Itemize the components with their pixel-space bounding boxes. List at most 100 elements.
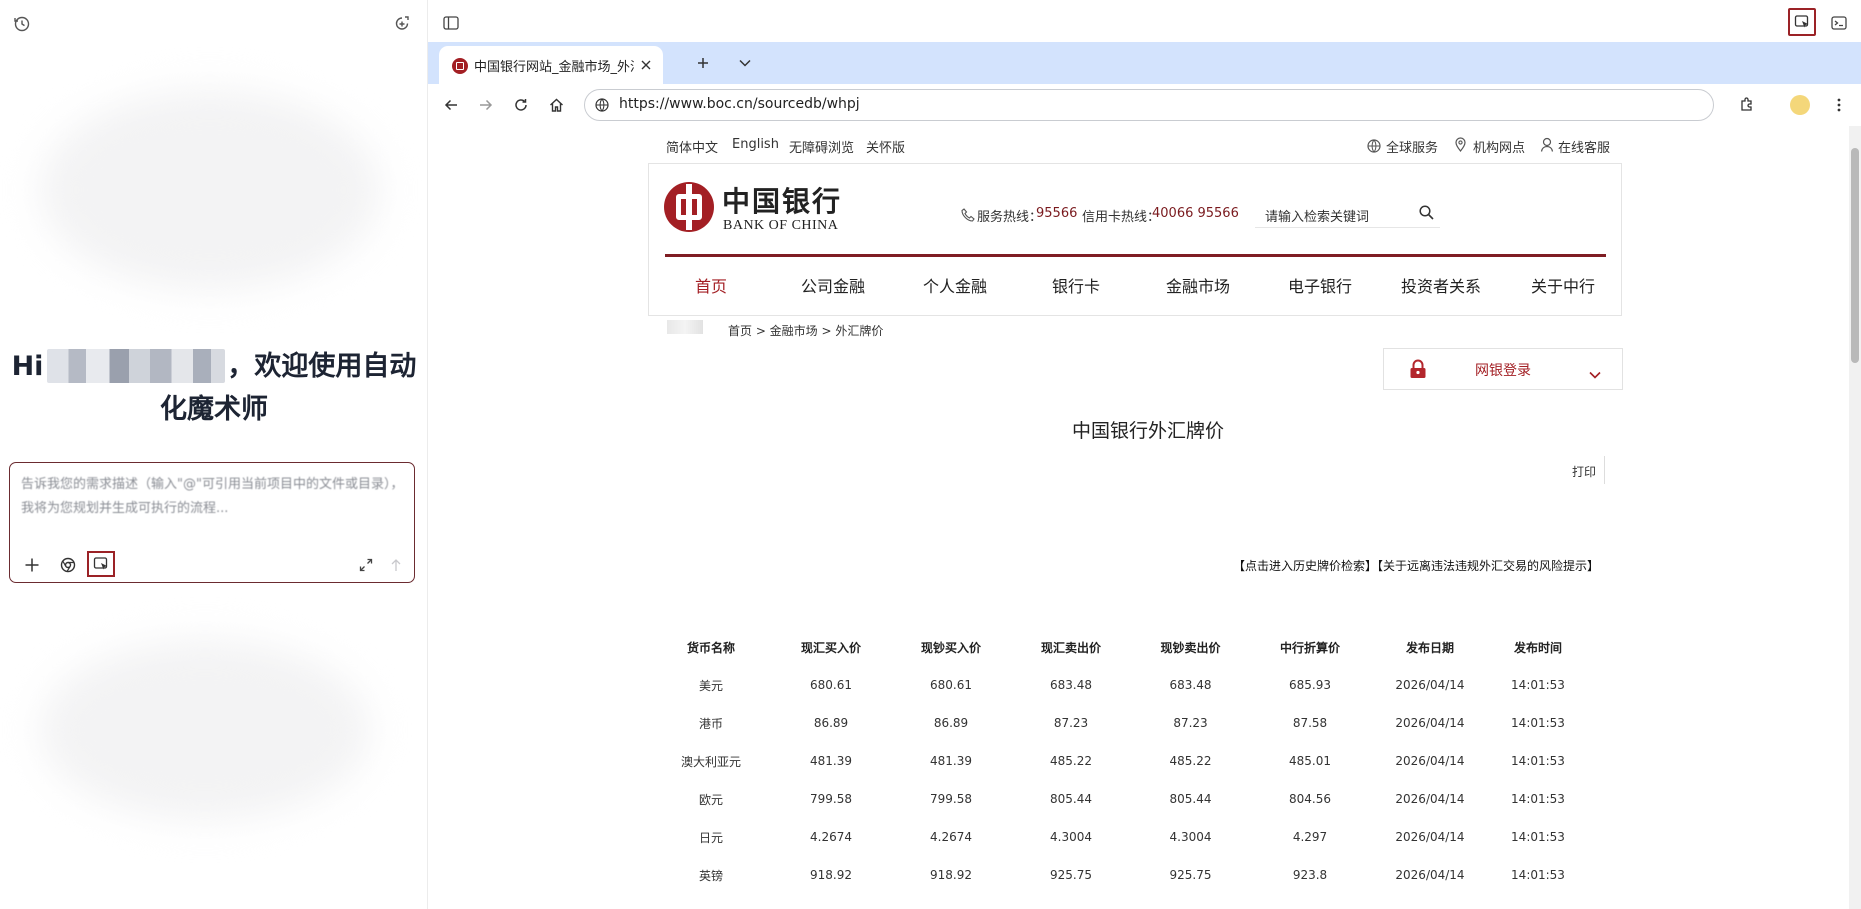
table-cell: 2026/04/14 — [1395, 830, 1465, 844]
menu-kebab-icon[interactable] — [1828, 94, 1850, 116]
table-cell: 925.75 — [1050, 868, 1092, 882]
nav-bank-cards[interactable]: 银行卡 — [1052, 273, 1100, 297]
terminal-icon[interactable] — [1828, 12, 1850, 34]
hotline-number: 95566 — [1036, 206, 1078, 221]
table-cell: 86.89 — [933, 716, 969, 730]
print-divider — [1604, 456, 1605, 484]
table-cell: 14:01:53 — [1511, 678, 1565, 692]
print-link[interactable]: 打印 — [1572, 463, 1596, 480]
sidebar-toggle-icon[interactable] — [440, 12, 462, 34]
boc-logo-icon[interactable] — [664, 182, 714, 232]
profile-avatar[interactable] — [1790, 95, 1810, 115]
lang-link-accessibility[interactable]: 无障碍浏览 — [789, 137, 854, 156]
browser-window: 中国银行网站_金融市场_外汇 https://www.boc.cn/source… — [428, 0, 1861, 909]
column-header: 发布时间 — [1513, 640, 1562, 655]
column-header: 现钞买入价 — [920, 640, 981, 655]
prompt-input-box[interactable]: 告诉我您的需求描述（输入"@"可引用当前项目中的文件或目录），我将为您规划并生成… — [9, 462, 415, 583]
lang-link-care-version[interactable]: 关怀版 — [866, 137, 905, 156]
extensions-icon[interactable] — [1736, 94, 1758, 116]
column-header: 现汇买入价 — [800, 640, 861, 655]
nav-financial-markets[interactable]: 金融市场 — [1166, 273, 1230, 297]
table-cell: 2026/04/14 — [1395, 868, 1465, 882]
table-header-row: 货币名称 现汇买入价 现钞买入价 现汇卖出价 现钞卖出价 中行折算价 发布日期 … — [651, 628, 1586, 666]
assistant-panel: Hi ，欢迎使用自动 化魔术师 告诉我您的需求描述（输入"@"可引用当前项目中的文… — [0, 0, 428, 909]
table-cell: 804.56 — [1289, 792, 1331, 806]
background-blur — [40, 640, 370, 820]
screenshot-select-icon[interactable] — [87, 551, 115, 577]
url-text[interactable]: https://www.boc.cn/sourcedb/whpj — [619, 96, 860, 112]
navigation-toolbar: https://www.boc.cn/sourcedb/whpj — [428, 84, 1861, 126]
table-cell: 680.61 — [810, 678, 852, 692]
card-hotline-number: 40066 95566 — [1152, 206, 1239, 221]
site-search-input[interactable]: 请输入检索关键词 — [1265, 206, 1369, 225]
table-row: 港币 86.89 86.89 87.23 87.23 87.58 2026/04… — [651, 704, 1586, 742]
branch-locator-link[interactable]: 机构网点 — [1473, 137, 1525, 156]
browser-icon[interactable] — [56, 553, 80, 577]
hotline-label: 服务热线： — [977, 210, 1043, 225]
table-cell: 2026/04/14 — [1395, 678, 1465, 692]
lock-icon — [1409, 359, 1427, 383]
close-tab-icon[interactable] — [637, 56, 655, 74]
table-cell: 683.48 — [1050, 678, 1092, 692]
nav-about-boc[interactable]: 关于中行 — [1531, 273, 1595, 297]
lang-link-english[interactable]: English — [732, 137, 779, 152]
expand-icon[interactable] — [354, 553, 378, 577]
online-service-link[interactable]: 在线客服 — [1558, 137, 1610, 156]
history-rates-link[interactable]: 【点击进入历史牌价检索】【关于远离违法违规外汇交易的风险提示】 — [1233, 557, 1599, 574]
table-cell: 日元 — [698, 830, 723, 845]
ebank-login-label[interactable]: 网银登录 — [1475, 360, 1531, 380]
search-icon[interactable] — [1419, 205, 1434, 224]
column-header: 现汇卖出价 — [1040, 640, 1101, 655]
logo-english-text: BANK OF CHINA — [723, 218, 839, 233]
nav-e-banking[interactable]: 电子银行 — [1288, 273, 1352, 297]
fx-rates-table: 货币名称 现汇买入价 现钞买入价 现汇卖出价 现钞卖出价 中行折算价 发布日期 … — [651, 628, 1586, 894]
nav-personal-banking[interactable]: 个人金融 — [923, 273, 987, 297]
nav-corporate-banking[interactable]: 公司金融 — [801, 273, 865, 297]
phone-icon — [961, 207, 975, 226]
lang-link-simplified-chinese[interactable]: 简体中文 — [666, 137, 718, 156]
tab-strip: 中国银行网站_金融市场_外汇 — [428, 42, 1861, 84]
tab-title: 中国银行网站_金融市场_外汇 — [474, 60, 634, 75]
table-cell: 14:01:53 — [1511, 792, 1565, 806]
nav-investor-relations[interactable]: 投资者关系 — [1401, 273, 1481, 297]
breadcrumb[interactable]: 首页 > 金融市场 > 外汇牌价 — [728, 322, 883, 339]
table-cell: 4.2674 — [810, 830, 852, 844]
welcome-greeting: Hi ，欢迎使用自动 化魔术师 — [0, 345, 428, 431]
nav-home[interactable]: 首页 — [695, 273, 727, 297]
table-cell: 86.89 — [813, 716, 849, 730]
table-cell: 481.39 — [810, 754, 852, 768]
send-icon[interactable] — [384, 553, 408, 577]
home-icon[interactable] — [545, 94, 567, 116]
chevron-down-icon[interactable] — [1589, 364, 1601, 383]
history-icon[interactable] — [10, 12, 34, 36]
forward-icon[interactable] — [475, 94, 497, 116]
address-bar[interactable]: https://www.boc.cn/sourcedb/whpj — [584, 89, 1714, 121]
screenshot-extension-icon[interactable] — [1788, 8, 1816, 36]
scrollbar-thumb[interactable] — [1851, 148, 1859, 363]
site-info-icon[interactable] — [593, 96, 611, 114]
table-cell: 918.92 — [930, 868, 972, 882]
prompt-input[interactable]: 告诉我您的需求描述（输入"@"可引用当前项目中的文件或目录），我将为您规划并生成… — [21, 473, 406, 521]
reload-icon[interactable] — [510, 94, 532, 116]
site-search-box[interactable]: 请输入检索关键词 — [1255, 200, 1440, 228]
add-icon[interactable] — [20, 553, 44, 577]
table-cell: 14:01:53 — [1511, 830, 1565, 844]
table-cell: 2026/04/14 — [1395, 754, 1465, 768]
tab-active[interactable]: 中国银行网站_金融市场_外汇 — [439, 46, 663, 84]
table-cell: 680.61 — [930, 678, 972, 692]
table-cell: 799.58 — [930, 792, 972, 806]
back-icon[interactable] — [440, 94, 462, 116]
table-cell: 87.23 — [1173, 716, 1208, 730]
page-title: 中国银行外汇牌价 — [1071, 420, 1224, 442]
tab-list-chevron-icon[interactable] — [734, 52, 756, 74]
ebank-login-dropdown[interactable]: 网银登录 — [1383, 348, 1623, 390]
page-scrollbar[interactable] — [1849, 126, 1861, 909]
table-row: 英镑 918.92 918.92 925.75 925.75 923.8 202… — [651, 856, 1586, 894]
card-hotline-label: 信用卡热线： — [1082, 210, 1161, 225]
globe-icon — [1367, 138, 1381, 157]
new-chat-icon[interactable] — [390, 12, 414, 36]
column-header: 现钞卖出价 — [1160, 640, 1221, 655]
table-cell: 英镑 — [698, 868, 723, 883]
global-service-link[interactable]: 全球服务 — [1386, 137, 1438, 156]
new-tab-icon[interactable] — [692, 52, 714, 74]
